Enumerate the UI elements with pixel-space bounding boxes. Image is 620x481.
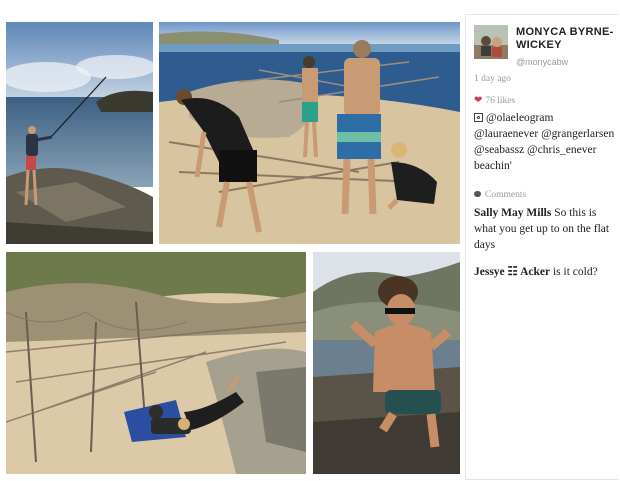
post-time: 1 day ago	[474, 74, 511, 84]
comments-heading-label: Comments	[485, 190, 527, 200]
likes-count[interactable]: ❤ 76 likes	[474, 95, 515, 106]
user-handle[interactable]: @monycabw	[516, 57, 568, 67]
photo-crouching-image	[313, 252, 460, 474]
photo-icon	[474, 113, 483, 122]
photo-dunes-image	[6, 252, 306, 474]
photo-beach-group-image	[159, 22, 460, 244]
photo-beach-group[interactable]	[159, 22, 460, 244]
photo-crouching[interactable]	[313, 252, 460, 474]
photo-dunes[interactable]	[6, 252, 306, 474]
comment-bubble-icon	[474, 191, 481, 197]
post-detail-panel: MONYCA BYRNE-WICKEY @monycabw 1 day ago …	[465, 14, 619, 480]
photo-fishing-image	[6, 22, 153, 244]
heart-icon: ❤	[474, 95, 483, 106]
comments-heading: Comments	[474, 190, 526, 200]
comment-author[interactable]: Jessye ☷ Acker	[474, 266, 550, 278]
avatar[interactable]	[474, 25, 508, 59]
photo-fishing[interactable]	[6, 22, 153, 244]
likes-label: 76 likes	[485, 96, 516, 106]
post-caption: @olaeleogram @lauraenever @grangerlarsen…	[474, 110, 618, 174]
comment-item: Jessye ☷ Acker is it cold?	[474, 264, 618, 280]
caption-text: @olaeleogram @lauraenever @grangerlarsen…	[474, 112, 615, 172]
comment-author[interactable]: Sally May Mills	[474, 207, 551, 219]
comment-text: is it cold?	[552, 266, 598, 278]
comment-item: Sally May Mills So this is what you get …	[474, 205, 618, 253]
user-name[interactable]: MONYCA BYRNE-WICKEY	[516, 26, 616, 52]
